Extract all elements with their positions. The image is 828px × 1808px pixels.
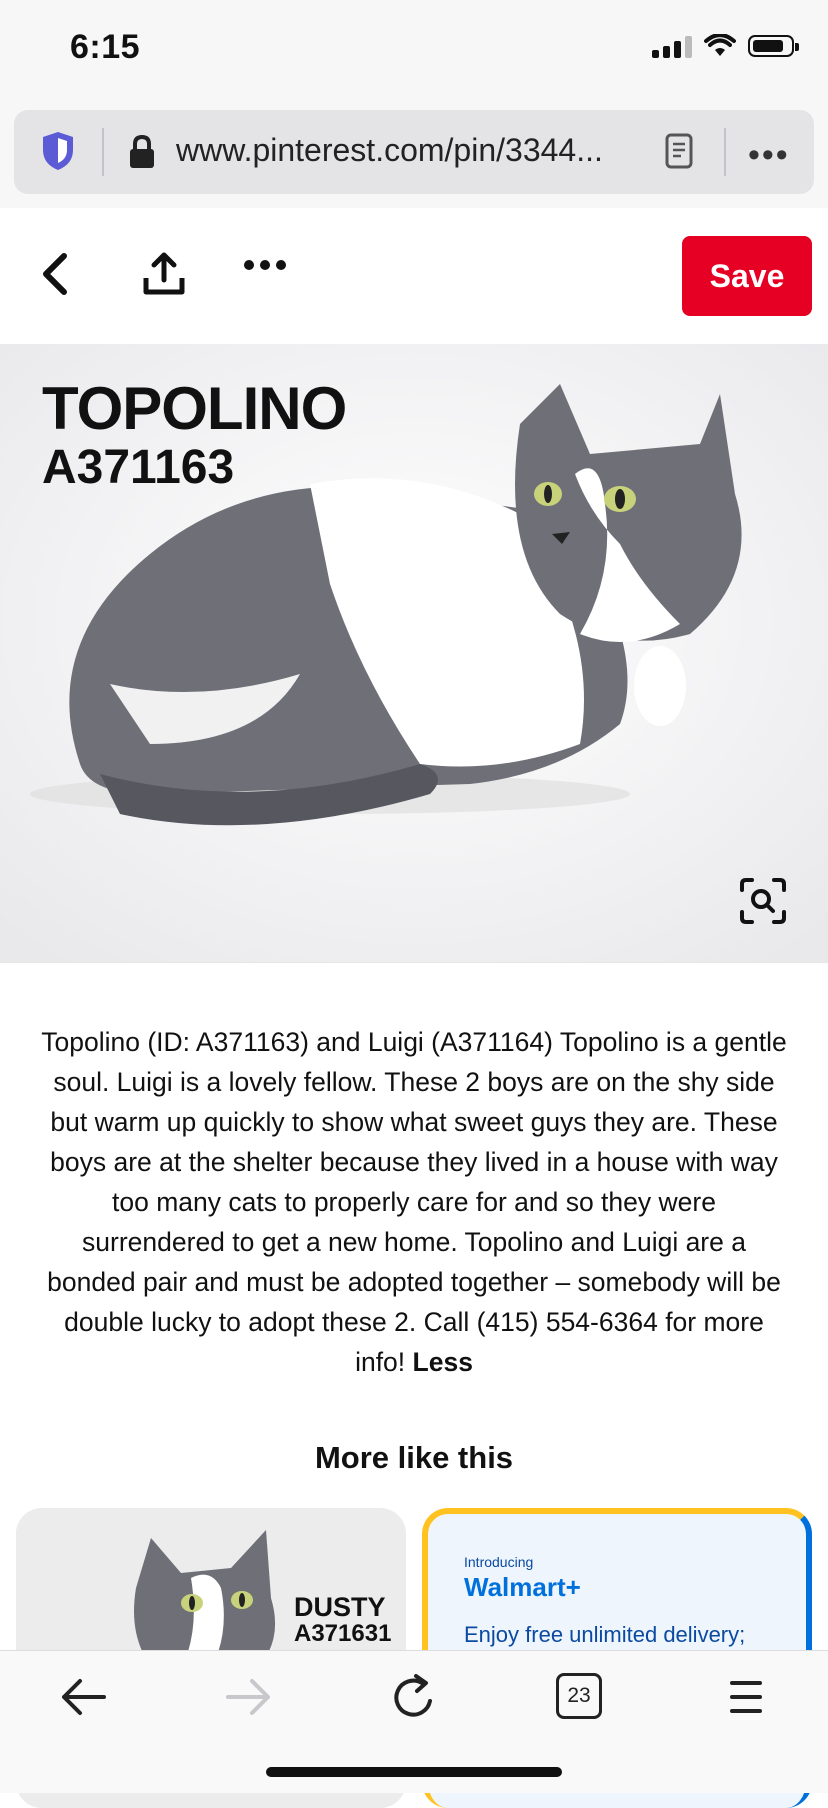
related-pet-name: DUSTY bbox=[294, 1592, 386, 1622]
save-button[interactable]: Save bbox=[682, 236, 812, 316]
status-time: 6:15 bbox=[70, 28, 141, 66]
share-icon[interactable] bbox=[142, 252, 186, 296]
ad-intro-text: Introducing bbox=[464, 1554, 534, 1570]
home-indicator[interactable] bbox=[266, 1767, 562, 1777]
lock-icon bbox=[130, 134, 154, 168]
pin-toolbar: Save bbox=[0, 208, 828, 344]
reader-view-icon[interactable] bbox=[664, 132, 694, 170]
status-bar: 6:15 bbox=[0, 0, 828, 100]
hamburger-menu-icon[interactable] bbox=[728, 1677, 764, 1717]
shield-icon[interactable] bbox=[40, 130, 76, 172]
divider bbox=[724, 128, 726, 176]
visual-search-icon[interactable] bbox=[738, 876, 788, 926]
more-options-icon[interactable] bbox=[244, 260, 286, 270]
more-like-this-heading: More like this bbox=[314, 1440, 514, 1475]
browser-forward-icon[interactable] bbox=[224, 1675, 274, 1719]
cellular-signal-icon bbox=[652, 34, 692, 58]
page-actions-more-icon[interactable]: ••• bbox=[748, 136, 790, 175]
address-bar[interactable]: www.pinterest.com/pin/3344... ••• bbox=[14, 110, 814, 194]
battery-icon bbox=[748, 35, 799, 57]
description-text: Topolino (ID: A371163) and Luigi (A37116… bbox=[41, 1027, 787, 1377]
wifi-icon bbox=[704, 34, 736, 56]
pin-image[interactable]: TOPOLINO A371163 bbox=[0, 344, 828, 963]
tab-count-button[interactable]: 23 bbox=[556, 1673, 602, 1719]
url-text[interactable]: www.pinterest.com/pin/3344... bbox=[176, 132, 603, 169]
ad-brand-text: Walmart+ bbox=[464, 1572, 581, 1602]
browser-bottom-toolbar: 23 bbox=[0, 1650, 828, 1793]
browser-back-icon[interactable] bbox=[58, 1675, 108, 1719]
image-pet-id: A371163 bbox=[42, 441, 235, 494]
status-icons bbox=[652, 34, 799, 58]
related-pet-id: A371631 bbox=[294, 1620, 392, 1647]
pin-description: Topolino (ID: A371163) and Luigi (A37116… bbox=[40, 1022, 788, 1382]
ad-promo-text: Enjoy free unlimited delivery; bbox=[464, 1622, 746, 1647]
image-pet-name: TOPOLINO bbox=[42, 375, 347, 442]
browser-address-area: www.pinterest.com/pin/3344... ••• bbox=[0, 100, 828, 209]
divider bbox=[102, 128, 104, 176]
less-link[interactable]: Less bbox=[413, 1347, 473, 1377]
back-arrow-icon[interactable] bbox=[40, 252, 70, 296]
reload-icon[interactable] bbox=[390, 1671, 438, 1723]
